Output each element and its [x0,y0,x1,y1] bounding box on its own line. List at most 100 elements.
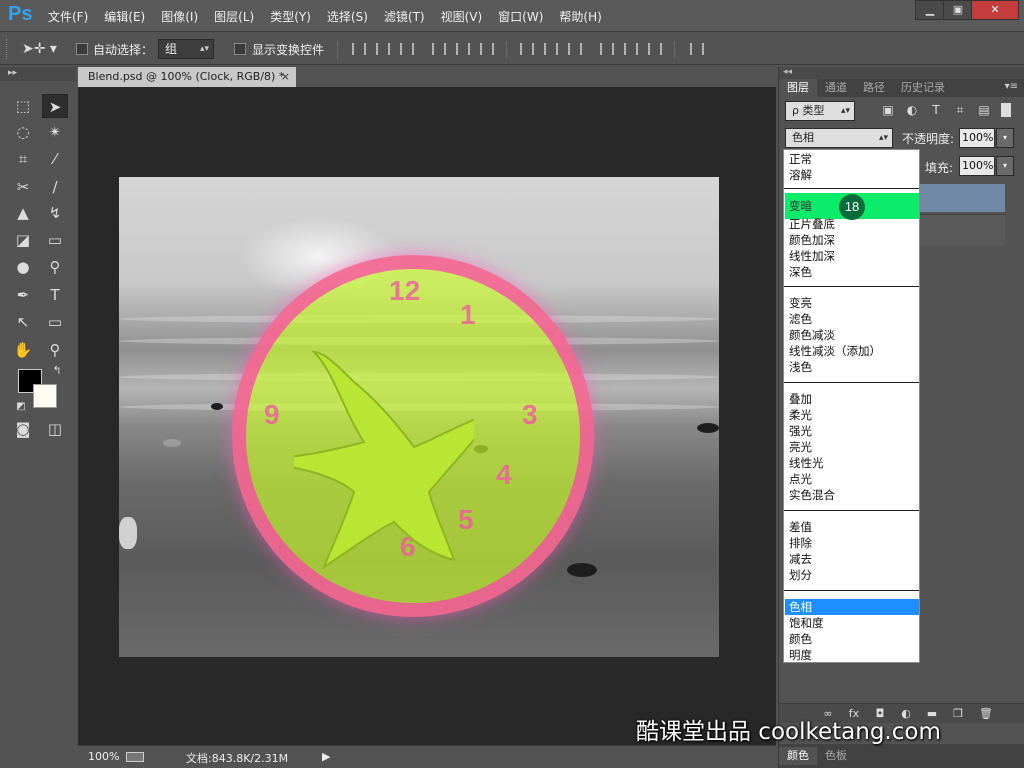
align-bottom-icon[interactable] [400,43,414,55]
blend-mode-item[interactable]: 深色 [785,264,919,280]
blend-mode-item-selected[interactable]: 色相 [785,599,919,615]
status-icon[interactable] [126,752,144,762]
align-left-icon[interactable] [432,43,446,55]
auto-select-target-dropdown[interactable]: 组 ▴▾ [158,39,214,59]
opacity-dropdown-icon[interactable]: ▾ [996,128,1014,148]
auto-select-checkbox[interactable] [76,43,88,55]
rectangle-tool-icon[interactable]: ▭ [42,310,68,334]
panel-collapse-icon[interactable]: ◂◂ [779,67,1024,79]
screen-mode-icon[interactable]: ◫ [42,417,68,441]
beach-photo-canvas[interactable]: 12 3 6 1 4 5 9 [119,177,719,657]
move-tool-preset-icon[interactable]: ➤✛ ▾ [22,41,57,57]
fill-input[interactable]: 100% [959,156,995,176]
path-selection-tool-icon[interactable]: ↖ [10,310,36,334]
blend-mode-item[interactable]: 正常 [785,151,919,167]
opacity-input[interactable]: 100% [959,128,995,148]
minimize-button[interactable]: ▁ [915,0,945,20]
crop-tool-icon[interactable]: ⌗ [10,147,36,171]
options-bar-grip[interactable] [6,39,10,59]
toolbox-collapse-icon[interactable]: ▸▸ [0,67,76,81]
distribute-right-icon[interactable] [648,43,662,55]
tab-swatches[interactable]: 色板 [817,747,855,765]
type-tool-icon[interactable]: T [42,283,68,307]
quick-mask-icon[interactable]: ◙ [10,417,36,441]
align-right-icon[interactable] [480,43,494,55]
menu-help[interactable]: 帮助(H) [559,8,601,25]
pixel-filter-icon[interactable]: ▣ [881,103,895,117]
marquee-tool-icon[interactable]: ⬚ [10,94,36,118]
type-filter-icon[interactable]: T [929,103,943,117]
trash-icon[interactable]: 🗑 [979,707,993,721]
tab-layers[interactable]: 图层 [779,79,817,97]
blend-mode-item[interactable]: 颜色减淡 [785,327,919,343]
eyedropper-tool-icon[interactable]: ⁄ [42,147,68,171]
blend-mode-item[interactable]: 差值 [785,519,919,535]
tab-channels[interactable]: 通道 [817,79,855,97]
filter-toggle[interactable] [1001,103,1011,117]
show-transform-checkbox[interactable] [234,43,246,55]
default-colors-icon[interactable]: ◩ [8,395,34,419]
tab-paths[interactable]: 路径 [855,79,893,97]
distribute-vcenter-icon[interactable] [544,43,558,55]
close-document-icon[interactable]: × [281,67,290,87]
history-brush-tool-icon[interactable]: ↯ [42,201,68,225]
blend-mode-item[interactable]: 实色混合 [785,487,919,503]
blend-mode-item[interactable]: 线性减淡（添加） [785,343,919,359]
swap-colors-icon[interactable]: ↰ [44,359,70,383]
hand-tool-icon[interactable]: ✋ [10,338,36,362]
healing-brush-tool-icon[interactable]: ✂ [10,175,36,199]
menu-image[interactable]: 图像(I) [161,8,198,25]
shape-filter-icon[interactable]: ⌗ [953,103,967,117]
lasso-tool-icon[interactable]: ◌ [10,120,36,144]
distribute-top-icon[interactable] [520,43,534,55]
auto-align-icon[interactable] [690,43,704,55]
blend-mode-item[interactable]: 饱和度 [785,615,919,631]
panel-menu-icon[interactable]: ▾≡ [1005,81,1018,92]
blend-mode-item[interactable]: 排除 [785,535,919,551]
blend-mode-dropdown[interactable]: 色相 ▴▾ [785,128,893,148]
blend-mode-item[interactable]: 滤色 [785,311,919,327]
blend-mode-item[interactable]: 变亮 [785,295,919,311]
zoom-level[interactable]: 100% [88,750,119,763]
adjustment-filter-icon[interactable]: ◐ [905,103,919,117]
menu-view[interactable]: 视图(V) [441,8,483,25]
menu-file[interactable]: 文件(F) [48,8,88,25]
tab-history[interactable]: 历史记录 [893,79,953,97]
menu-select[interactable]: 选择(S) [327,8,368,25]
fill-dropdown-icon[interactable]: ▾ [996,156,1014,176]
blend-mode-item[interactable]: 强光 [785,423,919,439]
blend-mode-item[interactable]: 叠加 [785,391,919,407]
blend-mode-item[interactable]: 点光 [785,471,919,487]
menu-edit[interactable]: 编辑(E) [104,8,145,25]
distribute-left-icon[interactable] [600,43,614,55]
align-hcenter-icon[interactable] [456,43,470,55]
blend-mode-item[interactable]: 柔光 [785,407,919,423]
magic-wand-tool-icon[interactable]: ✴ [42,120,68,144]
blend-mode-item[interactable]: 线性光 [785,455,919,471]
document-tab[interactable]: Blend.psd @ 100% (Clock, RGB/8) * × [78,67,296,87]
blend-mode-item[interactable]: 线性加深 [785,248,919,264]
blend-mode-item[interactable]: 颜色加深 [785,232,919,248]
brush-tool-icon[interactable]: ∕ [42,175,68,199]
move-tool-icon[interactable]: ➤ [42,94,68,118]
distribute-bottom-icon[interactable] [568,43,582,55]
layer-row[interactable] [919,214,1005,246]
blend-mode-item[interactable]: 颜色 [785,631,919,647]
new-layer-icon[interactable]: ❐ [951,707,965,721]
gradient-tool-icon[interactable]: ▭ [42,228,68,252]
eraser-tool-icon[interactable]: ◪ [10,228,36,252]
canvas-area[interactable]: 12 3 6 1 4 5 9 [78,87,776,745]
blend-mode-item[interactable]: 浅色 [785,359,919,375]
menu-type[interactable]: 类型(Y) [270,8,311,25]
tab-color[interactable]: 颜色 [779,747,817,765]
blur-tool-icon[interactable]: ● [10,255,36,279]
blend-mode-item[interactable]: 正片叠底 [785,216,919,232]
layer-filter-dropdown[interactable]: ρ 类型 ▴▾ [785,101,855,121]
align-vcenter-icon[interactable] [376,43,390,55]
background-color-swatch[interactable] [33,384,57,408]
close-window-button[interactable]: ✕ [971,0,1019,20]
align-top-icon[interactable] [352,43,366,55]
clone-stamp-tool-icon[interactable]: ▲ [10,201,36,225]
menu-layer[interactable]: 图层(L) [214,8,254,25]
distribute-hcenter-icon[interactable] [624,43,638,55]
